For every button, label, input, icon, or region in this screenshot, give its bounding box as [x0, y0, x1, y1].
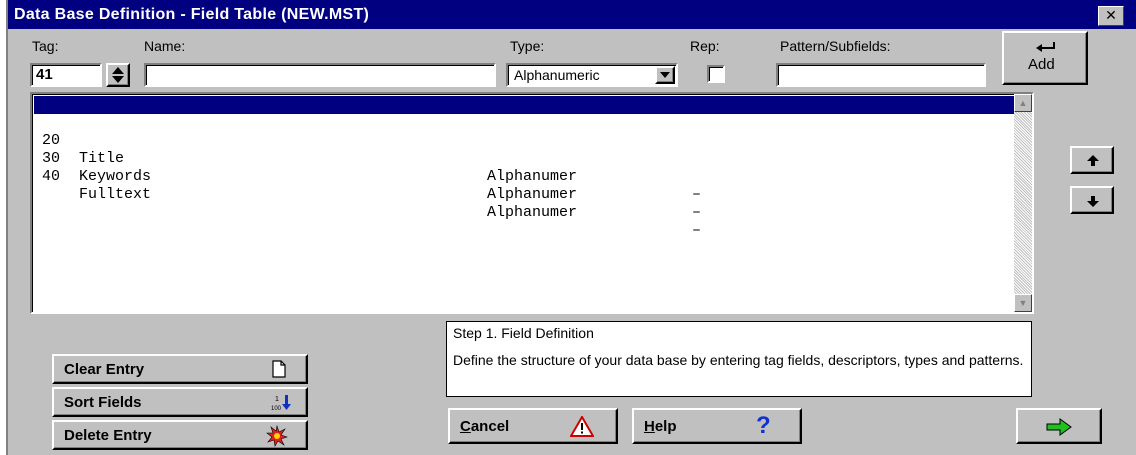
type-select[interactable]: Alphanumeric	[506, 63, 678, 87]
list-item[interactable]: 30 Keywords Alphanumer –	[42, 132, 701, 221]
field-tag: 40	[42, 168, 61, 185]
field-rep: –	[692, 204, 702, 221]
field-rep: –	[692, 186, 702, 203]
list-item[interactable]: 40 Fulltext Alphanumer –	[42, 150, 701, 239]
tag-spinner[interactable]	[106, 63, 130, 87]
field-rep: –	[692, 168, 702, 185]
field-type: Alphanumer	[487, 204, 578, 221]
blank-page-icon	[272, 360, 286, 378]
field-name: Author	[79, 132, 134, 149]
field-type: Alphanumer	[487, 150, 578, 167]
delete-entry-label: Delete Entry	[64, 427, 152, 444]
help-button-label: Help	[644, 418, 677, 435]
move-down-button[interactable]	[1070, 186, 1114, 214]
type-dropdown-button[interactable]	[655, 66, 675, 84]
field-type: Alphanumer	[487, 168, 578, 185]
pattern-label: Pattern/Subfields:	[780, 38, 891, 54]
sort-fields-label: Sort Fields	[64, 394, 142, 411]
spin-updown-icon	[112, 67, 124, 83]
list-item[interactable]: 20 Title Alphanumer –	[42, 114, 701, 203]
step-heading: Step 1. Field Definition	[453, 325, 594, 341]
field-type: Alphanumer	[487, 186, 578, 203]
field-name: Title	[79, 150, 125, 167]
explosion-icon	[266, 425, 288, 447]
name-input[interactable]	[144, 63, 496, 87]
scroll-down-button[interactable]: ▼	[1014, 294, 1032, 312]
clear-entry-label: Clear Entry	[64, 361, 145, 378]
next-arrow-icon	[1046, 418, 1072, 436]
add-button-label: Add	[1028, 56, 1055, 73]
step-description: Define the structure of your data base b…	[453, 352, 1024, 368]
chevron-down-icon	[660, 72, 670, 78]
step-info-box: Step 1. Field Definition Define the stru…	[446, 321, 1032, 397]
tag-label: Tag:	[32, 38, 59, 54]
close-button[interactable]: ✕	[1098, 6, 1124, 26]
delete-entry-button[interactable]: Delete Entry	[52, 420, 308, 450]
arrow-down-icon	[1087, 196, 1099, 207]
svg-text:1: 1	[275, 396, 279, 403]
help-icon: ?	[756, 412, 771, 439]
cancel-button[interactable]: Cancel	[448, 408, 618, 444]
clear-entry-button[interactable]: Clear Entry	[52, 354, 308, 384]
sort-icon: 1 100	[271, 395, 291, 412]
list-scrollbar[interactable]: ▲ ▼	[1014, 94, 1032, 312]
field-name: Fulltext	[79, 186, 152, 203]
name-label: Name:	[144, 38, 186, 54]
list-item[interactable]: 10 Author Alphanumer –	[42, 96, 701, 185]
pattern-input[interactable]	[776, 63, 986, 87]
next-button[interactable]	[1016, 408, 1102, 444]
svg-text:100: 100	[271, 406, 282, 412]
type-label: Type:	[510, 38, 545, 54]
warning-icon	[570, 416, 594, 437]
enter-arrow-icon	[1036, 42, 1055, 52]
scroll-up-button[interactable]: ▲	[1014, 94, 1032, 112]
field-list[interactable]: 10 Author Alphanumer – 20 Title Alphanum…	[30, 92, 1034, 314]
tag-input[interactable]: 41	[30, 63, 102, 87]
window-left-border	[0, 0, 8, 455]
help-button[interactable]: Help ?	[632, 408, 802, 444]
list-selection-highlight	[33, 95, 1025, 115]
type-select-value: Alphanumeric	[514, 67, 600, 83]
sort-fields-button[interactable]: Sort Fields 1 100	[52, 387, 308, 417]
cancel-button-label: Cancel	[460, 418, 510, 435]
rep-checkbox[interactable]	[707, 65, 725, 83]
field-name: Keywords	[79, 168, 152, 185]
arrow-up-icon	[1087, 155, 1099, 166]
window-title: Data Base Definition - Field Table (NEW.…	[8, 0, 1136, 29]
move-up-button[interactable]	[1070, 146, 1114, 174]
add-button[interactable]: Add	[1002, 31, 1088, 85]
field-rep: –	[692, 222, 702, 239]
rep-label: Rep:	[690, 38, 720, 54]
